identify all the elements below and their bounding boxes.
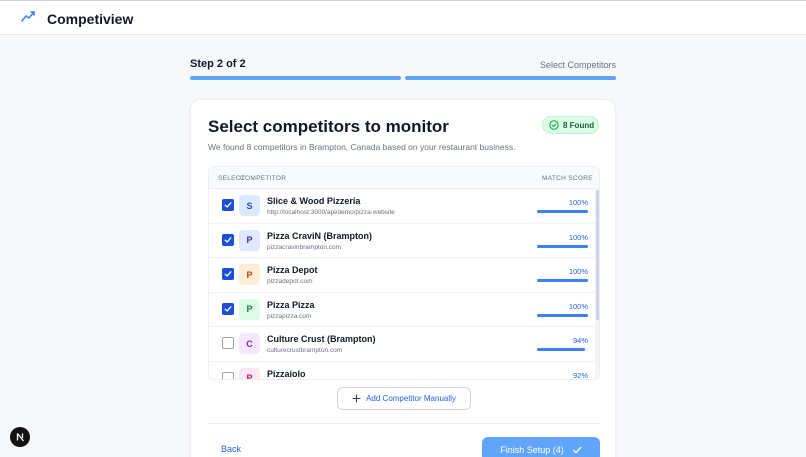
table-row[interactable]: P Pizza Pizza pizzapizza.com 100% (209, 293, 595, 327)
competitor-table: SELECT COMPETITOR MATCH SCORE S Slice & W… (208, 166, 600, 380)
competitor-name: Slice & Wood Pizzeria (267, 196, 361, 206)
finish-setup-label: Finish Setup (4) (500, 444, 564, 455)
table-body[interactable]: S Slice & Wood Pizzeria http://localhost:3… (209, 189, 595, 380)
match-score-bar-fill (537, 210, 588, 213)
match-score-bar-fill (537, 348, 585, 351)
competitor-selection-card: Select competitors to monitor We found 8… (190, 99, 616, 457)
add-competitor-manually-button[interactable]: Add Competitor Manually (337, 387, 471, 410)
match-score-bar-fill (537, 244, 588, 248)
competitor-url[interactable]: pizzacravinbrampton.com (267, 244, 341, 251)
match-score-bar (537, 348, 588, 351)
checkmark-icon (572, 446, 582, 453)
select-checkbox[interactable] (222, 199, 234, 211)
top-bar: Competiview (0, 0, 806, 35)
competitor-url[interactable]: http://localhost:3000/api/demo/pizza-web… (267, 209, 395, 216)
finish-setup-button[interactable]: Finish Setup (4) (482, 437, 600, 457)
table-row[interactable]: P Pizzaiolo 92% (209, 362, 595, 380)
table-row[interactable]: P Pizza Depot pizzadepot.com 100% (209, 258, 595, 293)
select-checkbox[interactable] (222, 233, 234, 246)
match-score-value: 100% (568, 198, 588, 207)
card-title: Select competitors to monitor (208, 117, 449, 136)
match-score-value: 100% (568, 267, 588, 276)
check-circle-icon (549, 120, 559, 130)
progress-segment-1 (190, 76, 401, 80)
match-score-value: 94% (572, 336, 588, 345)
n-logo-icon (16, 433, 25, 442)
card-subtitle: We found 8 competitors in Brampton, Cana… (208, 142, 516, 152)
add-competitor-label: Add Competitor Manually (366, 394, 456, 403)
match-score-bar-fill (537, 313, 588, 317)
competitor-url[interactable]: pizzapizza.com (267, 313, 311, 320)
app-title[interactable]: Competiview (47, 11, 133, 27)
progress-segment-2 (405, 76, 616, 80)
competitor-name: Pizzaiolo (267, 368, 306, 379)
checkbox-check-icon (224, 202, 232, 208)
match-score-bar (537, 313, 588, 317)
header-match-score: MATCH SCORE (542, 175, 593, 182)
competitor-avatar: P (239, 229, 260, 251)
step-name: Select Competitors (539, 60, 616, 70)
competitor-avatar: P (239, 264, 260, 285)
step-label: Step 2 of 2 (190, 58, 246, 70)
select-checkbox[interactable] (222, 371, 234, 379)
match-score-bar (537, 244, 588, 248)
select-checkbox[interactable] (222, 337, 234, 349)
scrollbar-thumb[interactable] (596, 190, 599, 320)
select-checkbox[interactable] (222, 268, 234, 280)
competitor-avatar: S (239, 195, 260, 216)
match-score-bar (537, 210, 588, 213)
competitor-avatar: P (239, 367, 260, 379)
select-checkbox[interactable] (222, 302, 234, 315)
competitor-avatar: C (239, 333, 260, 354)
table-scrollbar[interactable] (595, 189, 599, 379)
competitor-name: Pizza Depot (267, 265, 318, 275)
competitor-name: Culture Crust (Brampton) (267, 334, 376, 344)
dev-tools-button[interactable] (10, 427, 30, 447)
checkbox-check-icon (224, 236, 232, 243)
match-score-value: 100% (568, 232, 588, 242)
competitor-name: Pizza CraviN (Brampton) (267, 230, 373, 241)
match-score-bar (537, 279, 588, 282)
competitor-url[interactable]: pizzadepot.com (267, 278, 313, 285)
header-competitor: COMPETITOR (240, 175, 287, 182)
competitor-avatar: P (239, 298, 260, 320)
competitor-url[interactable]: culturecrustbrampton.com (267, 347, 342, 354)
checkbox-check-icon (224, 305, 232, 312)
table-row[interactable]: C Culture Crust (Brampton) culturecrustbra… (209, 327, 595, 362)
checkbox-check-icon (224, 271, 232, 277)
match-score-bar-fill (537, 279, 588, 282)
found-badge-label: 8 Found (563, 120, 595, 130)
footer-divider (208, 423, 600, 424)
table-header: SELECT COMPETITOR MATCH SCORE (209, 167, 599, 189)
match-score-value: 100% (568, 301, 588, 311)
table-row[interactable]: P Pizza CraviN (Brampton) pizzacravinbramp… (209, 224, 595, 258)
trend-line-icon[interactable] (21, 10, 35, 24)
match-score-value: 92% (572, 370, 588, 380)
plus-icon (352, 394, 361, 403)
back-button[interactable]: Back (221, 444, 241, 454)
competitor-name: Pizza Pizza (267, 299, 315, 310)
table-row[interactable]: S Slice & Wood Pizzeria http://localhost:3… (209, 189, 595, 224)
found-badge: 8 Found (542, 116, 599, 134)
